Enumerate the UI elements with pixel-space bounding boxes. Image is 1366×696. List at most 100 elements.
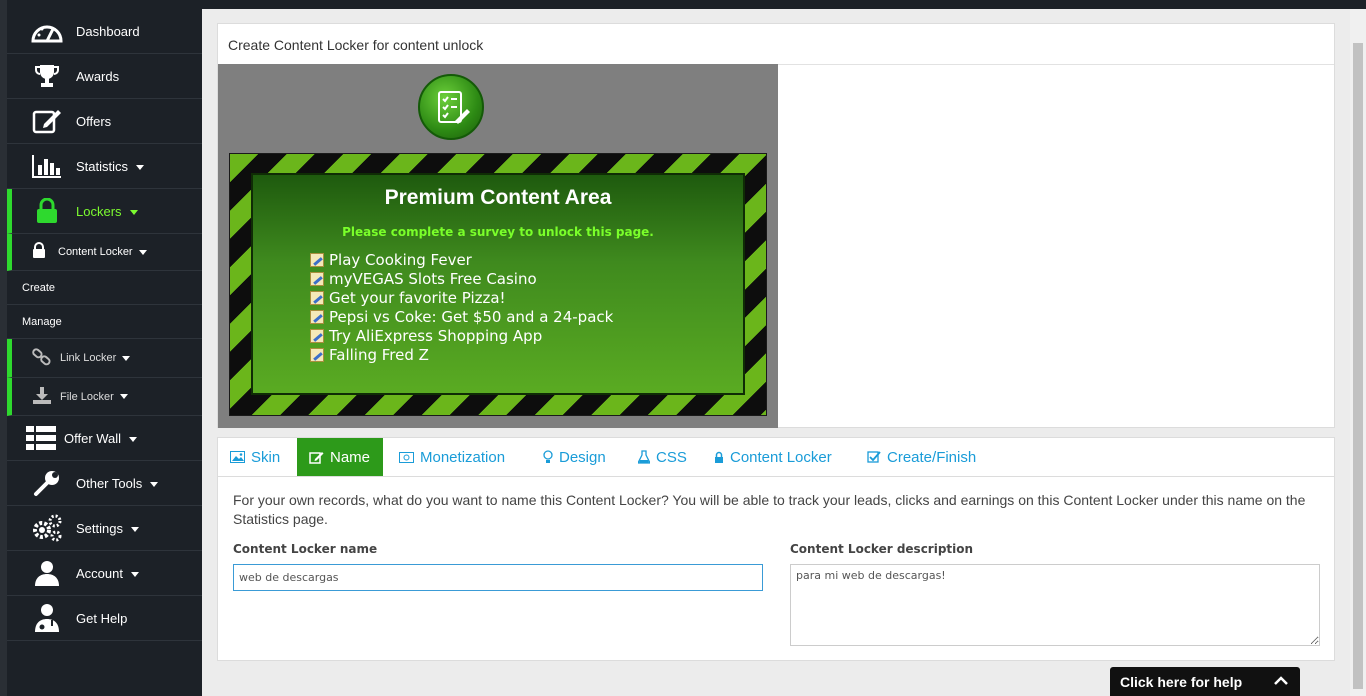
tab-bar: Skin Name Monetization Design CSS Conten… xyxy=(218,438,1334,477)
chevron-down-icon xyxy=(129,436,138,442)
list-icon xyxy=(21,425,61,451)
checklist-logo-icon xyxy=(418,74,484,140)
link-icon xyxy=(32,347,52,369)
note-icon xyxy=(310,347,324,362)
description-label: Content Locker description xyxy=(790,542,974,556)
tab-design[interactable]: Design xyxy=(543,438,606,476)
sidebar-label-account: Account xyxy=(76,566,139,581)
name-instructions: For your own records, what do you want t… xyxy=(233,492,1306,527)
chevron-down-icon xyxy=(122,355,131,361)
locker-title: Premium Content Area xyxy=(384,186,612,209)
doctor-icon xyxy=(27,603,67,633)
sidebar: Dashboard Awards Offers Statistics Locke… xyxy=(0,0,202,696)
trophy-icon xyxy=(27,62,67,90)
premium-content-area: Premium Content Area Please complete a s… xyxy=(251,173,745,395)
sidebar-item-get-help[interactable]: Get Help xyxy=(7,596,202,641)
page-title: Create Content Locker for content unlock xyxy=(228,37,484,53)
sidebar-label-settings: Settings xyxy=(76,521,139,536)
chevron-down-icon xyxy=(138,249,147,255)
offer-item[interactable]: Falling Fred Z xyxy=(310,345,613,364)
chevron-up-icon xyxy=(1274,676,1288,685)
tab-css[interactable]: CSS xyxy=(638,438,687,476)
sidebar-item-account[interactable]: Account xyxy=(7,551,202,596)
offer-item[interactable]: Get your favorite Pizza! xyxy=(310,288,613,307)
offer-item[interactable]: myVEGAS Slots Free Casino xyxy=(310,269,613,288)
chevron-down-icon xyxy=(130,526,139,532)
chevron-down-icon xyxy=(119,394,128,400)
sidebar-label-link-locker: Link Locker xyxy=(60,352,131,364)
wrench-icon xyxy=(27,469,67,497)
settings-panel: Skin Name Monetization Design CSS Conten… xyxy=(217,437,1335,661)
sidebar-item-content-locker[interactable]: Content Locker xyxy=(7,234,202,271)
help-button[interactable]: Click here for help xyxy=(1110,667,1300,696)
chevron-down-icon xyxy=(150,481,159,487)
note-icon xyxy=(310,252,324,267)
sidebar-item-dashboard[interactable]: Dashboard xyxy=(7,9,202,54)
sidebar-label-manage: Manage xyxy=(22,315,62,328)
offer-list: Play Cooking Fever myVEGAS Slots Free Ca… xyxy=(310,250,613,364)
note-icon xyxy=(310,290,324,305)
sidebar-label-statistics: Statistics xyxy=(76,159,145,174)
note-icon xyxy=(310,271,324,286)
tab-name[interactable]: Name xyxy=(297,438,383,476)
locker-description-textarea[interactable]: para mi web de descargas! xyxy=(790,564,1320,646)
locker-subtitle: Please complete a survey to unlock this … xyxy=(342,225,654,239)
sidebar-item-link-locker[interactable]: Link Locker xyxy=(7,339,202,378)
chevron-down-icon xyxy=(130,571,139,577)
sidebar-item-statistics[interactable]: Statistics xyxy=(7,144,202,189)
tab-create-finish[interactable]: Create/Finish xyxy=(867,438,976,476)
sidebar-label-awards: Awards xyxy=(76,68,120,84)
name-label: Content Locker name xyxy=(233,542,378,556)
note-icon xyxy=(310,328,324,343)
sidebar-label-create: Create xyxy=(22,281,56,294)
sidebar-item-lockers[interactable]: Lockers xyxy=(7,189,202,234)
tab-content-locker[interactable]: Content Locker xyxy=(714,438,832,476)
sidebar-label-other-tools: Other Tools xyxy=(76,476,159,491)
edit-icon xyxy=(309,452,324,464)
chevron-down-icon xyxy=(129,209,138,215)
sidebar-item-manage[interactable]: Manage xyxy=(7,305,202,339)
locker-preview: Premium Content Area Please complete a s… xyxy=(218,64,778,428)
sidebar-item-offer-wall[interactable]: Offer Wall xyxy=(7,416,202,461)
sidebar-item-file-locker[interactable]: File Locker xyxy=(7,378,202,416)
sidebar-label-dashboard: Dashboard xyxy=(76,23,140,39)
offer-item[interactable]: Play Cooking Fever xyxy=(310,250,613,269)
offer-item[interactable]: Pepsi vs Coke: Get $50 and a 24-pack xyxy=(310,307,613,326)
sidebar-item-other-tools[interactable]: Other Tools xyxy=(7,461,202,506)
sidebar-label-file-locker: File Locker xyxy=(60,391,128,403)
money-icon xyxy=(399,451,414,463)
offer-item[interactable]: Try AliExpress Shopping App xyxy=(310,326,613,345)
lock-icon xyxy=(715,451,723,463)
lock-icon xyxy=(32,242,46,262)
note-icon xyxy=(310,309,324,324)
sidebar-label-lockers: Lockers xyxy=(76,204,138,219)
user-icon xyxy=(27,559,67,587)
dashboard-gauge-icon xyxy=(27,17,67,45)
download-icon xyxy=(32,386,52,407)
bar-chart-icon xyxy=(27,153,67,179)
edit-icon xyxy=(27,107,67,135)
sidebar-label-content-locker: Content Locker xyxy=(58,246,147,258)
premium-content-frame: Premium Content Area Please complete a s… xyxy=(229,153,767,416)
chevron-down-icon xyxy=(136,164,145,170)
sidebar-item-offers[interactable]: Offers xyxy=(7,99,202,144)
image-icon xyxy=(230,451,245,463)
sidebar-item-create[interactable]: Create xyxy=(7,271,202,305)
tab-monetization[interactable]: Monetization xyxy=(399,438,505,476)
check-square-icon xyxy=(867,451,881,463)
scrollbar-thumb[interactable] xyxy=(1353,43,1363,689)
lock-icon xyxy=(27,198,67,224)
sidebar-label-offer-wall: Offer Wall xyxy=(64,431,138,446)
lightbulb-icon xyxy=(543,450,553,463)
sidebar-label-offers: Offers xyxy=(76,113,112,129)
sidebar-item-settings[interactable]: Settings xyxy=(7,506,202,551)
preview-panel: Create Content Locker for content unlock… xyxy=(217,23,1335,428)
sidebar-label-get-help: Get Help xyxy=(76,610,128,626)
locker-name-input[interactable] xyxy=(233,564,763,591)
tab-skin[interactable]: Skin xyxy=(230,438,280,476)
gears-icon xyxy=(27,514,67,542)
flask-icon xyxy=(638,450,650,464)
sidebar-item-awards[interactable]: Awards xyxy=(7,54,202,99)
scrollbar[interactable] xyxy=(1350,9,1366,696)
help-label: Click here for help xyxy=(1120,673,1243,690)
